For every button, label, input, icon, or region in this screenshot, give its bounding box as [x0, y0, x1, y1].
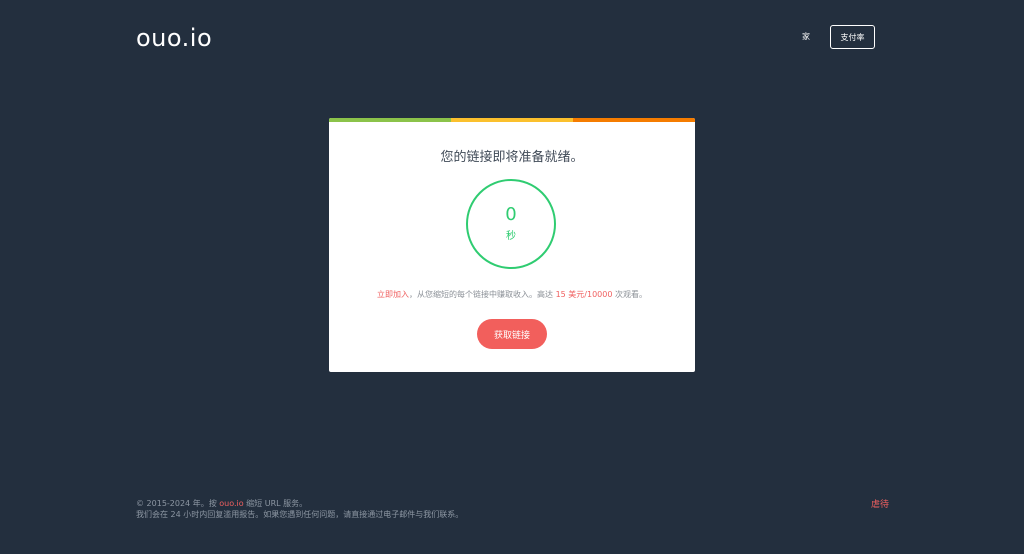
stripe-yellow: [451, 118, 573, 122]
footer-copyright: © 2015-2024 年。按 ouo.io 缩短 URL 服务。: [136, 498, 463, 509]
stripe-orange: [573, 118, 695, 122]
link-card: 您的链接即将准备就绪。 0 秒 立即加入，从您缩短的每个链接中赚取收入。高达 1…: [329, 118, 695, 372]
stripe-green: [329, 118, 451, 122]
promo-text: 立即加入，从您缩短的每个链接中赚取收入。高达 15 美元/10000 次观看。: [329, 289, 695, 300]
footer-brand-link[interactable]: ouo.io: [219, 499, 243, 508]
footer-line1-prefix: © 2015-2024 年。按: [136, 499, 220, 508]
countdown-timer: 0 秒: [466, 179, 556, 269]
footer: © 2015-2024 年。按 ouo.io 缩短 URL 服务。 我们会在 2…: [136, 498, 463, 520]
countdown-value: 0: [505, 204, 517, 225]
color-stripe: [329, 118, 695, 122]
promo-end: 次观看。: [612, 290, 647, 299]
footer-abuse-note: 我们会在 24 小时内回复滥用报告。如果您遇到任何问题，请直接通过电子邮件与我们…: [136, 510, 464, 519]
nav-home-link[interactable]: 家: [802, 31, 810, 42]
promo-middle: ，从您缩短的每个链接中赚取收入。高达: [409, 290, 556, 299]
logo[interactable]: ouo.io: [136, 24, 212, 52]
get-link-button[interactable]: 获取链接: [477, 319, 547, 349]
footer-line1-suffix: 缩短 URL 服务。: [243, 499, 308, 508]
card-title: 您的链接即将准备就绪。: [440, 150, 584, 165]
join-now-link[interactable]: 立即加入: [377, 290, 409, 299]
payout-rates-button[interactable]: 支付率: [830, 25, 875, 49]
countdown-unit: 秒: [506, 231, 516, 242]
promo-rate: 15 美元/10000: [555, 290, 613, 299]
report-abuse-link[interactable]: 虐待: [871, 497, 889, 510]
